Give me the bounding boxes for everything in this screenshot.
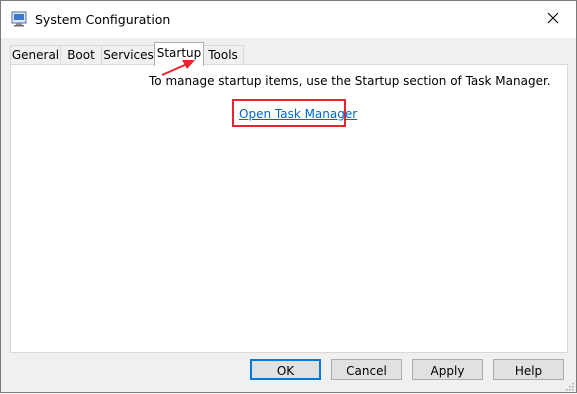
close-button[interactable] xyxy=(530,1,576,38)
help-button[interactable]: Help xyxy=(493,359,564,380)
tab-services[interactable]: Services xyxy=(101,45,156,65)
startup-tab-panel: To manage startup items, use the Startup… xyxy=(10,64,568,353)
apply-button[interactable]: Apply xyxy=(412,359,483,380)
tab-boot[interactable]: Boot xyxy=(60,45,102,65)
open-task-manager-link[interactable]: Open Task Manager xyxy=(239,107,357,121)
startup-info-text: To manage startup items, use the Startup… xyxy=(149,74,551,88)
ok-button[interactable]: OK xyxy=(250,359,321,380)
tab-tools[interactable]: Tools xyxy=(202,45,244,65)
msconfig-icon xyxy=(11,11,27,27)
cancel-button[interactable]: Cancel xyxy=(331,359,402,380)
title-bar[interactable]: System Configuration xyxy=(1,1,576,38)
resize-grip-icon[interactable] xyxy=(564,380,574,391)
close-icon xyxy=(547,12,559,27)
system-configuration-window: System Configuration General Boot Servic… xyxy=(0,0,577,393)
window-title: System Configuration xyxy=(35,12,171,27)
tab-general[interactable]: General xyxy=(10,45,61,65)
tab-startup[interactable]: Startup xyxy=(154,42,204,66)
